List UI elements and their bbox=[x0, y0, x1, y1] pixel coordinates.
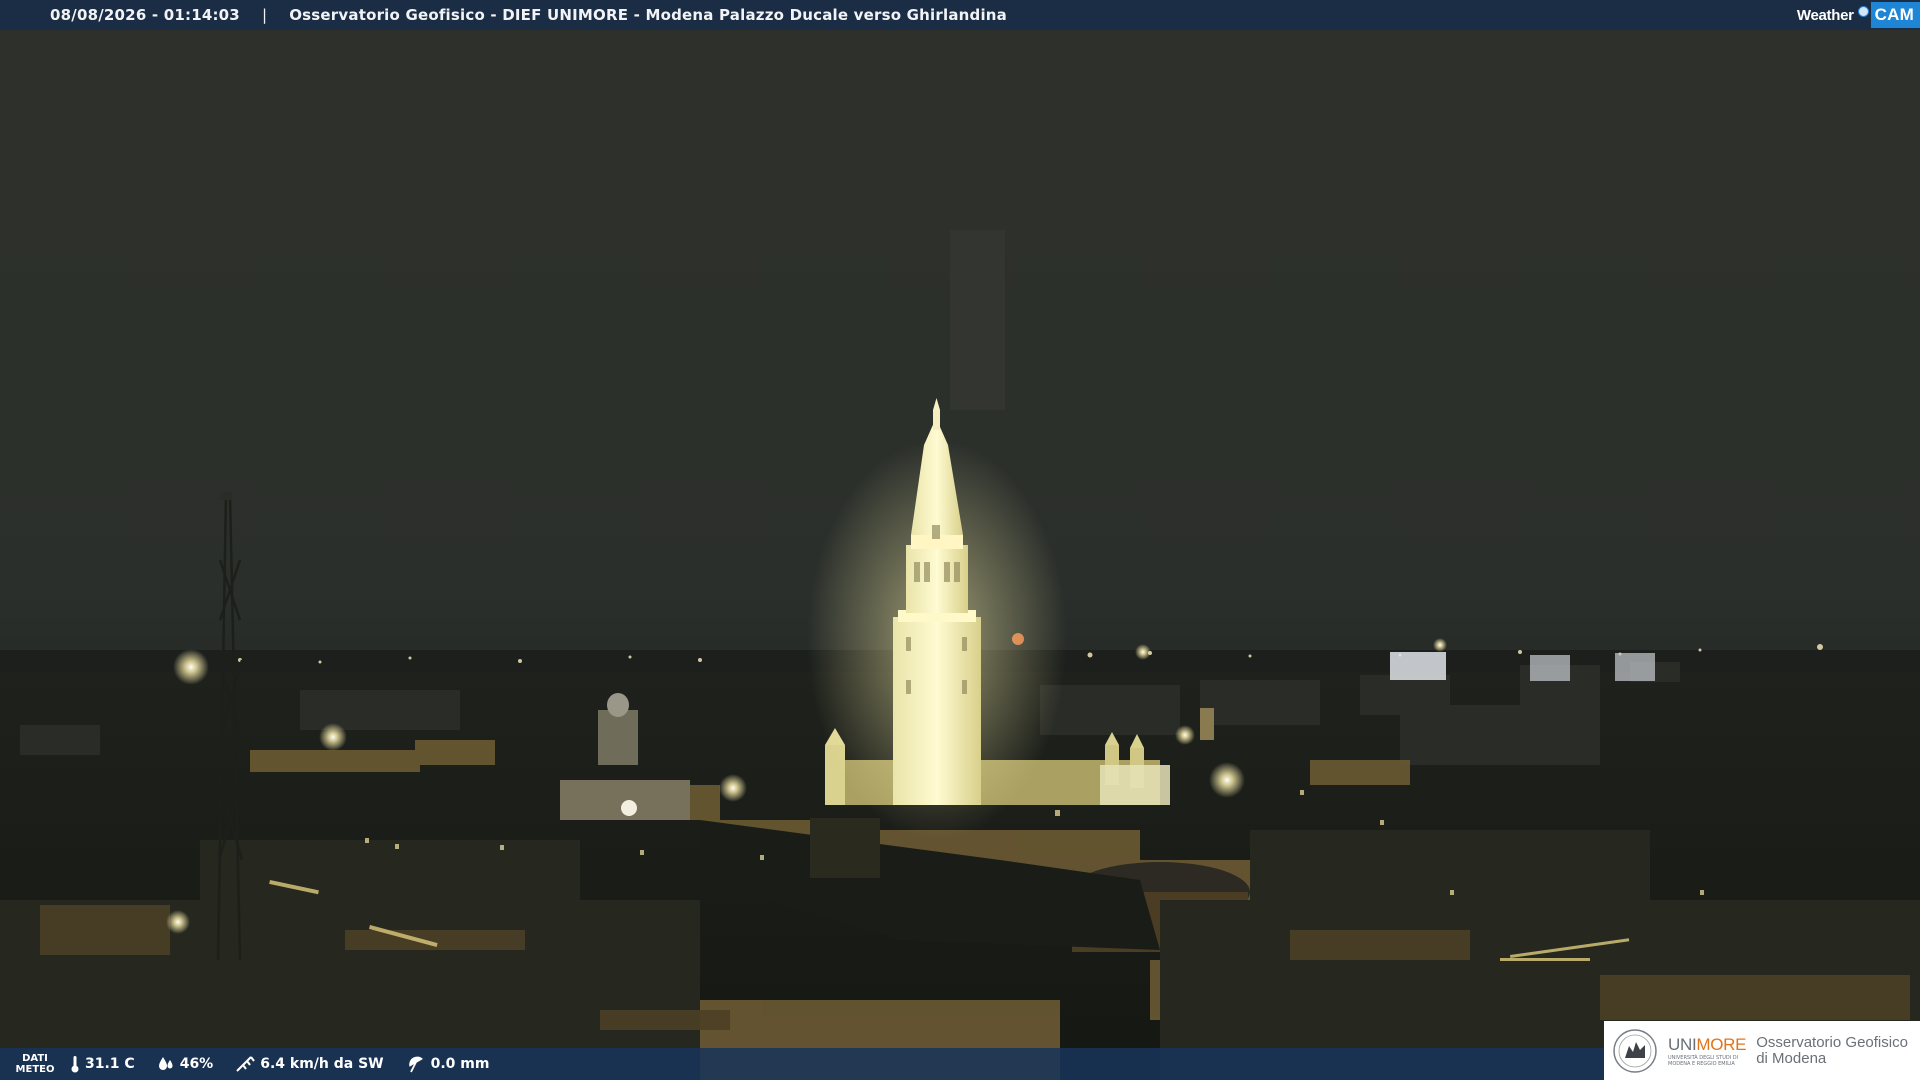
weathercam-dot-icon bbox=[1857, 5, 1869, 17]
dati-meteo-label: DATI METEO bbox=[15, 1053, 55, 1075]
thermometer-icon bbox=[71, 1056, 79, 1073]
unimore-wordmark: UNIMORE UNIVERSITÀ DEGLI STUDI DI MODENA… bbox=[1668, 1034, 1747, 1067]
temperature-value: 31.1 C bbox=[85, 1056, 135, 1072]
rain-value: 0.0 mm bbox=[430, 1056, 490, 1072]
weather-data-bar: DATI METEO 31.1 C 46% 6.4 km/h da SW 0.0… bbox=[0, 1048, 1604, 1080]
weathercam-cam: CAM bbox=[1870, 2, 1920, 28]
wind-value: 6.4 km/h da SW bbox=[260, 1056, 384, 1072]
humidity-reading: 46% bbox=[157, 1056, 214, 1072]
weathercam-logo: Weather CAM bbox=[1797, 0, 1920, 30]
city-night-scene bbox=[0, 0, 1920, 1080]
header-separator: | bbox=[261, 6, 268, 24]
observatory-name: Osservatorio Geofisico di Modena bbox=[1756, 1033, 1908, 1067]
humidity-drops-icon bbox=[158, 1057, 173, 1070]
top-info-bar: 08/08/2026 - 01:14:03 | Osservatorio Geo… bbox=[0, 0, 1920, 30]
university-seal-icon bbox=[1613, 1028, 1657, 1073]
camera-caption: Osservatorio Geofisico - DIEF UNIMORE - … bbox=[289, 6, 1008, 24]
unimore-logo-box: UNIMORE UNIVERSITÀ DEGLI STUDI DI MODENA… bbox=[1604, 1021, 1920, 1080]
temperature-reading: 31.1 C bbox=[70, 1055, 135, 1073]
webcam-view: 08/08/2026 - 01:14:03 | Osservatorio Geo… bbox=[0, 0, 1920, 1080]
wind-icon bbox=[236, 1056, 256, 1072]
timestamp: 08/08/2026 - 01:14:03 bbox=[50, 6, 240, 24]
humidity-value: 46% bbox=[179, 1056, 214, 1072]
rain-reading: 0.0 mm bbox=[406, 1055, 490, 1073]
umbrella-icon bbox=[408, 1056, 423, 1073]
wind-reading: 6.4 km/h da SW bbox=[235, 1055, 384, 1073]
weathercam-word: Weather bbox=[1796, 6, 1854, 24]
